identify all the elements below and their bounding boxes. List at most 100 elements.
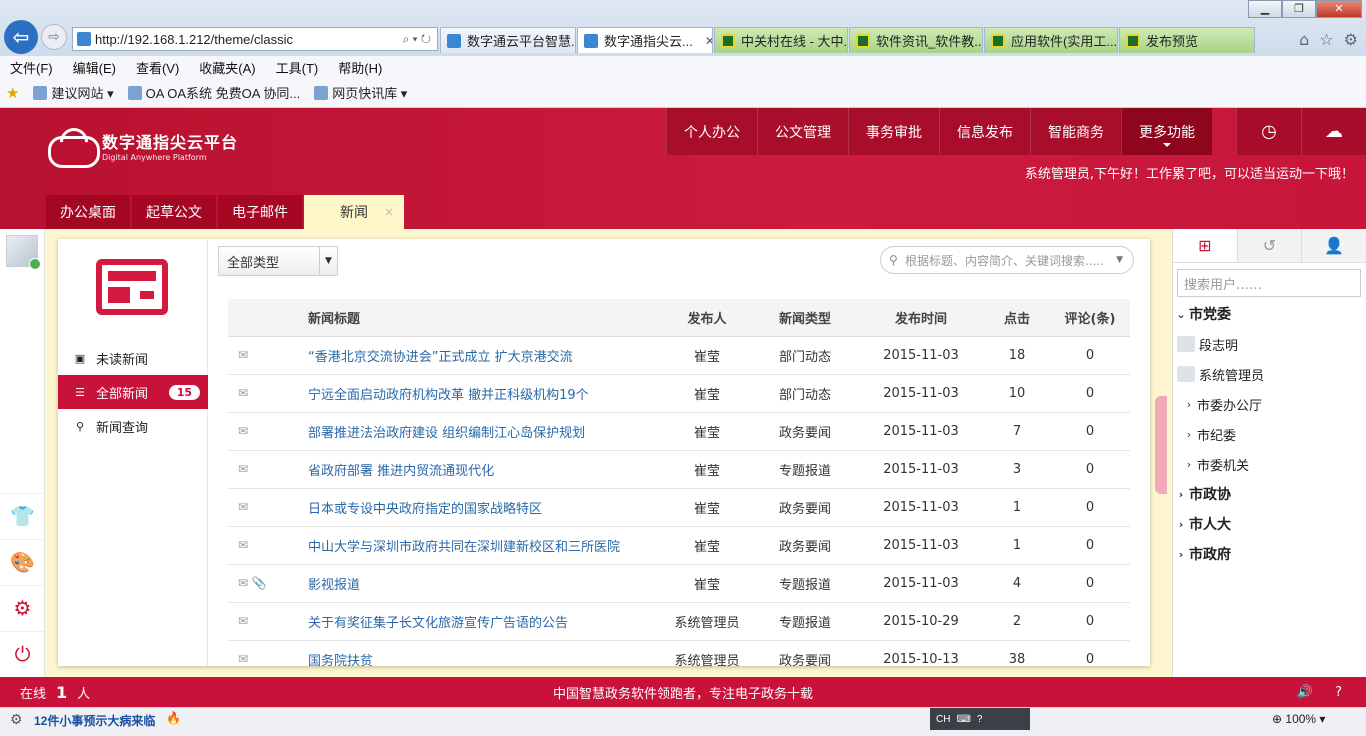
news-search-input[interactable]: ⚲ 根据标题、内容简介、关键词搜索..... ▼: [880, 246, 1134, 274]
user-search-input[interactable]: 搜索用户……: [1177, 269, 1361, 297]
close-icon[interactable]: ✕: [1316, 0, 1362, 18]
address-bar[interactable]: http://192.168.1.212/theme/classic ⌕ ▾ ↻: [72, 27, 438, 51]
minimize-icon[interactable]: ▁: [1248, 0, 1282, 18]
chevron-right-icon[interactable]: ›: [1181, 458, 1197, 471]
browser-tab-3[interactable]: 中关村在线 - 大中...: [714, 27, 848, 53]
fav-oa-system[interactable]: OA OA系统 免费OA 协同...: [127, 83, 300, 102]
address-controls-icon[interactable]: ⌕ ▾ ↻: [402, 32, 431, 47]
maximize-icon[interactable]: ❐: [1282, 0, 1316, 18]
table-row[interactable]: ✉ 部署推进法治政府建设 组织编制江心岛保护规划 崔莹 政务要闻 2015-11-03 7…: [228, 412, 1130, 451]
col-date[interactable]: 发布时间: [858, 299, 984, 337]
nav-more[interactable]: 更多功能: [1121, 108, 1212, 155]
nav-personal-office[interactable]: 个人办公: [666, 108, 757, 155]
table-row[interactable]: ✉ 宁远全面启动政府机构改革 撤并正科级机构19个 崔莹 部门动态 2015-11-03…: [228, 374, 1130, 413]
chevron-right-icon[interactable]: ›: [1173, 548, 1189, 561]
browser-tab-5[interactable]: 应用软件(实用工...: [984, 27, 1118, 53]
org-node[interactable]: › 市委办公厅: [1173, 389, 1366, 419]
chevron-right-icon[interactable]: ›: [1181, 398, 1197, 411]
contacts-tab-icon[interactable]: 👤: [1302, 229, 1366, 262]
tab-news[interactable]: 新闻 ×: [304, 195, 404, 229]
tab-close-icon[interactable]: ✕: [705, 34, 712, 48]
avatar[interactable]: [6, 235, 41, 270]
news-title-link[interactable]: 影视报道: [308, 564, 662, 603]
browser-tab-6[interactable]: 发布预览: [1119, 27, 1255, 53]
table-row[interactable]: ✉ 关于有奖征集子长文化旅游宣传广告语的公告 系统管理员 专题报道 2015-10-29…: [228, 602, 1130, 641]
tab-desktop[interactable]: 办公桌面: [46, 195, 130, 229]
keyboard-icon[interactable]: ⌨: [956, 714, 970, 725]
col-title[interactable]: 新闻标题: [308, 299, 662, 337]
tshirt-icon[interactable]: 👕: [0, 493, 45, 537]
nav-document-mgmt[interactable]: 公文管理: [757, 108, 848, 155]
fav-web-slice[interactable]: 网页快讯库 ▾: [314, 83, 407, 102]
sidebar-item-query[interactable]: ⚲ 新闻查询: [58, 409, 208, 443]
col-type[interactable]: 新闻类型: [752, 299, 858, 337]
chevron-down-icon[interactable]: ▼: [319, 247, 337, 275]
menu-view[interactable]: 查看(V): [126, 58, 189, 77]
table-row[interactable]: ✉ 日本或专设中央政府指定的国家战略特区 崔莹 政务要闻 2015-11-03 1 0: [228, 488, 1130, 527]
nav-approval[interactable]: 事务审批: [848, 108, 939, 155]
org-tree-tab-icon[interactable]: ⊞: [1173, 229, 1238, 262]
settings-gear-icon[interactable]: ⚙: [10, 711, 23, 728]
status-news-link[interactable]: 12件小事预示大病来临: [34, 712, 155, 729]
news-title-link[interactable]: “香港北京交流协进会”正式成立 扩大京港交流: [308, 336, 662, 375]
col-comments[interactable]: 评论(条): [1050, 299, 1130, 337]
chevron-down-icon[interactable]: ⌄: [1173, 308, 1189, 321]
org-node[interactable]: › 市政府: [1173, 539, 1366, 569]
gear-icon[interactable]: ⚙: [0, 585, 45, 629]
palette-icon[interactable]: 🎨: [0, 539, 45, 583]
chevron-right-icon[interactable]: ›: [1173, 488, 1189, 501]
browser-tab-4[interactable]: 软件资讯_软件教...: [849, 27, 983, 53]
org-node[interactable]: › 市纪委: [1173, 419, 1366, 449]
table-row[interactable]: ✉ 国务院扶贫 系统管理员 政务要闻 2015-10-13 38 0: [228, 640, 1130, 679]
chevron-down-icon[interactable]: ▼: [1116, 255, 1123, 265]
browser-tab-1[interactable]: 数字通云平台智慧...: [440, 27, 576, 53]
ime-toolbar[interactable]: CH ⌨?: [930, 708, 1030, 730]
forward-button[interactable]: ⇨: [41, 24, 67, 50]
col-author[interactable]: 发布人: [662, 299, 752, 337]
news-type-select[interactable]: 全部类型 ▼: [218, 246, 338, 276]
menu-file[interactable]: 文件(F): [0, 58, 63, 77]
back-button[interactable]: ⇦: [4, 20, 38, 54]
org-node[interactable]: › 市委机关: [1173, 449, 1366, 479]
sidebar-item-unread[interactable]: ▣ 未读新闻: [58, 341, 208, 375]
chevron-right-icon[interactable]: ›: [1181, 428, 1197, 441]
news-title-link[interactable]: 部署推进法治政府建设 组织编制江心岛保护规划: [308, 412, 662, 451]
nav-info-publish[interactable]: 信息发布: [939, 108, 1030, 155]
table-row[interactable]: ✉ 📎 影视报道 崔莹 专题报道 2015-11-03 4 0: [228, 564, 1130, 603]
news-title-link[interactable]: 中山大学与深圳市政府共同在深圳建新校区和三所医院: [308, 526, 662, 565]
tab-email[interactable]: 电子邮件: [218, 195, 302, 229]
fav-suggested-sites[interactable]: 建议网站 ▾: [33, 83, 114, 102]
cloud-icon[interactable]: ☁: [1301, 108, 1366, 155]
news-title-link[interactable]: 省政府部署 推进内贸流通现代化: [308, 450, 662, 489]
org-node[interactable]: › 市人大: [1173, 509, 1366, 539]
chevron-right-icon[interactable]: ›: [1173, 518, 1189, 531]
news-title-link[interactable]: 国务院扶贫: [308, 640, 662, 679]
zoom-level[interactable]: ⊕ 100% ▾: [1272, 712, 1325, 726]
table-row[interactable]: ✉ 中山大学与深圳市政府共同在深圳建新校区和三所医院 崔莹 政务要闻 2015-11-0…: [228, 526, 1130, 565]
help-icon[interactable]: ?: [977, 714, 983, 725]
org-node[interactable]: 段志明: [1173, 329, 1366, 359]
tab-close-icon[interactable]: ×: [384, 205, 394, 219]
menu-favorites[interactable]: 收藏夹(A): [189, 58, 265, 77]
table-row[interactable]: ✉ “香港北京交流协进会”正式成立 扩大京港交流 崔莹 部门动态 2015-11-03 1…: [228, 336, 1130, 375]
org-node[interactable]: › 市政协: [1173, 479, 1366, 509]
panel-toggle-handle[interactable]: [1155, 396, 1167, 494]
menu-tools[interactable]: 工具(T): [266, 58, 329, 77]
table-row[interactable]: ✉ 省政府部署 推进内贸流通现代化 崔莹 专题报道 2015-11-03 3 0: [228, 450, 1130, 489]
volume-icon[interactable]: 🔊: [1297, 685, 1313, 700]
news-title-link[interactable]: 日本或专设中央政府指定的国家战略特区: [308, 488, 662, 527]
browser-tab-2[interactable]: 数字通指尖云... ✕: [577, 27, 713, 53]
nav-smart-business[interactable]: 智能商务: [1030, 108, 1121, 155]
help-icon[interactable]: ?: [1335, 685, 1342, 700]
news-title-link[interactable]: 关于有奖征集子长文化旅游宣传广告语的公告: [308, 602, 662, 641]
sidebar-item-all[interactable]: ☰ 全部新闻 15: [58, 375, 208, 409]
address-url[interactable]: http://192.168.1.212/theme/classic: [95, 32, 293, 47]
org-node[interactable]: ⌄ 市党委: [1173, 299, 1366, 329]
settings-gear-icon[interactable]: ⚙: [1344, 30, 1358, 49]
tab-draft-document[interactable]: 起草公文: [132, 195, 216, 229]
home-icon[interactable]: ⌂: [1299, 30, 1309, 49]
favorites-star-icon[interactable]: ☆: [1319, 30, 1333, 49]
power-icon[interactable]: ⏻: [0, 631, 45, 675]
col-clicks[interactable]: 点击: [984, 299, 1050, 337]
history-tab-icon[interactable]: ↺: [1237, 229, 1303, 262]
